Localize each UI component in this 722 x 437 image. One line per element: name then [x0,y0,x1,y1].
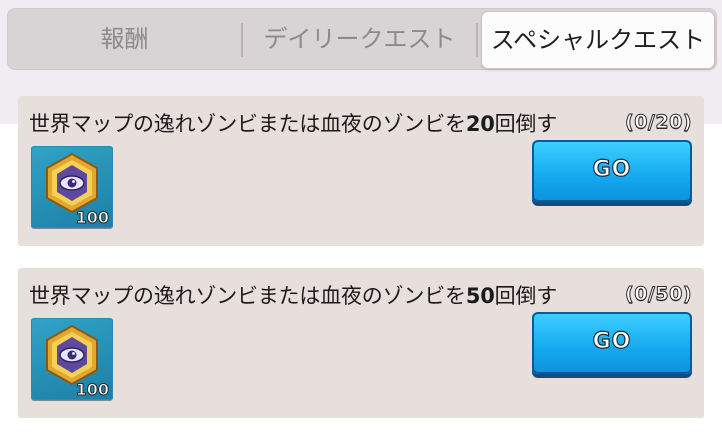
quest-title-suffix: 回倒す [494,112,558,136]
go-button[interactable]: GO [532,312,692,374]
quest-title: 世界マップの逸れゾンビまたは血夜のゾンビを20回倒す [29,108,557,138]
tab-daily-quest[interactable]: デイリークエスト [243,9,476,69]
quest-card: 世界マップの逸れゾンビまたは血夜のゾンビを50回倒す (0/50) 100 GO [18,268,704,418]
quest-target: 50 [465,284,495,308]
quest-title: 世界マップの逸れゾンビまたは血夜のゾンビを50回倒す [29,280,557,310]
quest-title-prefix: 世界マップの逸れゾンビまたは血夜のゾンビを [29,112,466,136]
quest-progress: (0/50) [625,283,692,306]
tab-divider [476,23,478,57]
reward-item[interactable]: 100 [31,146,113,228]
tab-special-quest[interactable]: スペシャルクエスト [482,12,714,68]
go-button[interactable]: GO [532,140,692,202]
eye-badge-icon [46,152,98,214]
quest-target: 20 [465,112,495,136]
tab-bar: 報酬 デイリークエスト スペシャルクエスト [7,8,717,70]
quest-card: 世界マップの逸れゾンビまたは血夜のゾンビを20回倒す (0/20) 100 GO [18,96,704,246]
reward-quantity: 100 [75,380,109,400]
reward-item[interactable]: 100 [31,318,113,400]
quest-progress: (0/20) [625,111,692,134]
quest-title-suffix: 回倒す [494,284,558,308]
eye-badge-icon [46,324,98,386]
quest-title-prefix: 世界マップの逸れゾンビまたは血夜のゾンビを [29,284,466,308]
reward-quantity: 100 [75,208,109,228]
tab-rewards[interactable]: 報酬 [8,9,241,69]
